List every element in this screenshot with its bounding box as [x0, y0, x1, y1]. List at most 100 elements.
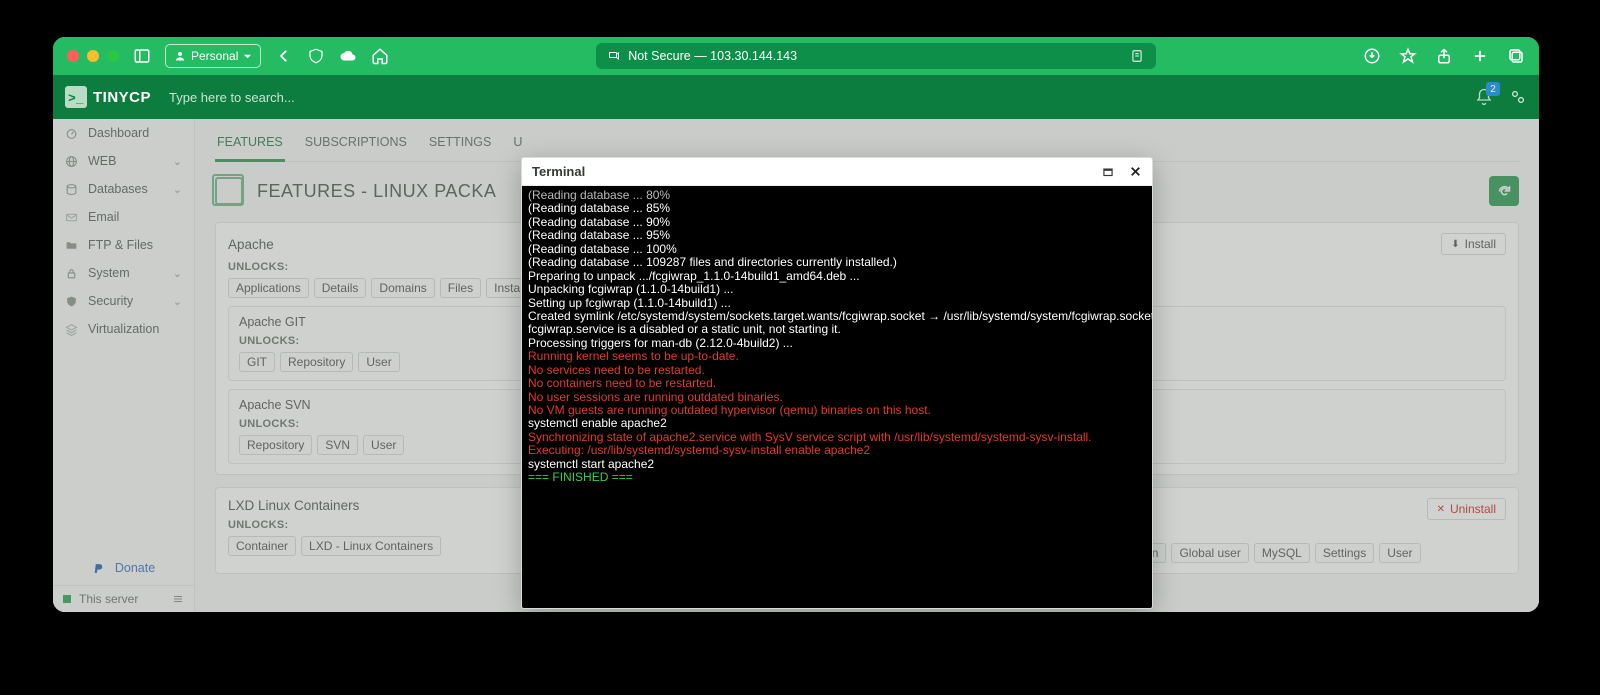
- terminal-line: Processing triggers for man-db (2.12.0-4…: [528, 337, 1146, 350]
- brand-icon: >_: [65, 86, 87, 108]
- brand-text: TINYCP: [93, 89, 151, 106]
- notifications-icon[interactable]: 2: [1475, 88, 1493, 106]
- unlock-chip[interactable]: Files: [440, 278, 481, 298]
- sidebar-item-system[interactable]: System⌄: [53, 259, 194, 287]
- shield-icon[interactable]: [307, 47, 325, 65]
- reader-icon[interactable]: [1130, 49, 1144, 63]
- terminal-line: Preparing to unpack .../fcgiwrap_1.1.0-1…: [528, 270, 1146, 283]
- terminal-line: (Reading database ... 100%: [528, 243, 1146, 256]
- not-secure-icon: [608, 50, 620, 62]
- new-tab-icon[interactable]: [1471, 47, 1489, 65]
- sidebar-toggle-icon[interactable]: [133, 47, 151, 65]
- refresh-button[interactable]: [1489, 176, 1519, 206]
- sidebar-footer[interactable]: This server: [53, 585, 194, 612]
- uninstall-button[interactable]: ✕Uninstall: [1427, 498, 1506, 520]
- terminal-scrollbar[interactable]: [1134, 312, 1144, 602]
- unlock-chip[interactable]: SVN: [317, 435, 358, 455]
- brand-logo[interactable]: >_ TINYCP: [65, 86, 151, 108]
- settings-icon[interactable]: [1509, 88, 1527, 106]
- sidebar-item-label: Security: [88, 294, 133, 308]
- unlock-chip[interactable]: Repository: [239, 435, 312, 455]
- cloud-icon[interactable]: [339, 47, 357, 65]
- folder-icon: [65, 239, 78, 252]
- unlock-chip[interactable]: GIT: [239, 352, 275, 372]
- donate-link[interactable]: Donate: [53, 549, 194, 585]
- sidebar-item-ftp-files[interactable]: FTP & Files: [53, 231, 194, 259]
- terminal-line: === FINISHED ===: [528, 471, 1146, 484]
- unlock-chip[interactable]: Repository: [280, 352, 353, 372]
- terminal-line: (Reading database ... 90%: [528, 216, 1146, 229]
- address-text: Not Secure — 103.30.144.143: [628, 49, 797, 63]
- bookmarks-icon[interactable]: [1399, 47, 1417, 65]
- sidebar-item-dashboard[interactable]: Dashboard: [53, 119, 194, 147]
- terminal-line: Created symlink /etc/systemd/system/sock…: [528, 310, 1146, 323]
- terminal-header[interactable]: Terminal: [522, 158, 1152, 186]
- unlock-chip[interactable]: Global user: [1171, 543, 1248, 563]
- unlock-chip[interactable]: Domains: [371, 278, 434, 298]
- chevron-down-icon: ⌄: [173, 183, 182, 196]
- mail-icon: [65, 211, 78, 224]
- tabs: FEATURESSUBSCRIPTIONSSETTINGSU: [215, 119, 1519, 162]
- donate-label: Donate: [115, 561, 155, 575]
- home-icon[interactable]: [371, 47, 389, 65]
- features-icon: [215, 177, 243, 205]
- chevron-down-icon: ⌄: [173, 267, 182, 280]
- share-icon[interactable]: [1435, 47, 1453, 65]
- tab-subscriptions[interactable]: SUBSCRIPTIONS: [303, 129, 409, 161]
- sidebar: DashboardWEB⌄Databases⌄EmailFTP & FilesS…: [53, 119, 195, 612]
- terminal-title: Terminal: [532, 164, 585, 179]
- back-button[interactable]: [275, 47, 293, 65]
- unlock-chip[interactable]: Details: [314, 278, 367, 298]
- terminal-output[interactable]: (Reading database ... 80%(Reading databa…: [522, 186, 1152, 608]
- unlock-chip[interactable]: Container: [228, 536, 296, 556]
- lock-icon: [65, 267, 78, 280]
- card-title: Apache: [228, 237, 274, 252]
- profile-name: Personal: [191, 49, 238, 63]
- sidebar-item-label: Dashboard: [88, 126, 149, 140]
- terminal-line: fcgiwrap.service is a disabled or a stat…: [528, 323, 1146, 336]
- sidebar-item-databases[interactable]: Databases⌄: [53, 175, 194, 203]
- unlock-chip[interactable]: User: [363, 435, 404, 455]
- close-icon[interactable]: [1129, 165, 1142, 179]
- terminal-line: Setting up fcgiwrap (1.1.0-14build1) ...: [528, 297, 1146, 310]
- terminal-line: Synchronizing state of apache2.service w…: [528, 431, 1146, 444]
- x-icon: ✕: [1437, 504, 1445, 515]
- terminal-line: systemctl enable apache2: [528, 417, 1146, 430]
- unlock-chip[interactable]: User: [1379, 543, 1420, 563]
- server-label: This server: [79, 592, 138, 606]
- sidebar-item-web[interactable]: WEB ⌄: [53, 147, 194, 175]
- unlock-chip[interactable]: MySQL: [1254, 543, 1310, 563]
- chevron-down-icon: ⌄: [173, 295, 182, 308]
- maximize-window-icon[interactable]: [107, 50, 119, 62]
- unlock-chip[interactable]: Settings: [1315, 543, 1374, 563]
- unlock-chip[interactable]: Applications: [228, 278, 309, 298]
- traffic-lights[interactable]: [67, 50, 119, 62]
- chevron-down-icon: ⌄: [173, 155, 182, 168]
- tabs-overview-icon[interactable]: [1507, 47, 1525, 65]
- close-window-icon[interactable]: [67, 50, 79, 62]
- scrollbar-thumb[interactable]: [1134, 552, 1144, 602]
- unlock-chip[interactable]: LXD - Linux Containers: [301, 536, 441, 556]
- tab-features[interactable]: FEATURES: [215, 129, 285, 162]
- terminal-line: (Reading database ... 95%: [528, 229, 1146, 242]
- address-bar[interactable]: Not Secure — 103.30.144.143: [596, 43, 1156, 69]
- browser-window: Personal Not Secure — 103.30.144.143: [53, 37, 1539, 612]
- sidebar-item-email[interactable]: Email: [53, 203, 194, 231]
- page-title: FEATURES - LINUX PACKA: [257, 181, 496, 202]
- sidebar-item-virtualization[interactable]: Virtualization: [53, 315, 194, 343]
- tab-settings[interactable]: SETTINGS: [427, 129, 494, 161]
- terminal-line: Unpacking fcgiwrap (1.1.0-14build1) ...: [528, 283, 1146, 296]
- sidebar-item-label: Virtualization: [88, 322, 159, 336]
- paypal-icon: [92, 562, 105, 575]
- unlock-chip[interactable]: User: [358, 352, 399, 372]
- profile-chip[interactable]: Personal: [165, 44, 261, 68]
- sidebar-item-security[interactable]: Security ⌄: [53, 287, 194, 315]
- sidebar-item-label: WEB: [88, 154, 116, 168]
- maximize-icon[interactable]: [1101, 165, 1115, 179]
- terminal-line: No VM guests are running outdated hyperv…: [528, 404, 1146, 417]
- downloads-icon[interactable]: [1363, 47, 1381, 65]
- minimize-window-icon[interactable]: [87, 50, 99, 62]
- search-input[interactable]: Type here to search...: [169, 90, 499, 105]
- install-button[interactable]: ⬇Install: [1441, 233, 1506, 255]
- database-icon: [65, 183, 78, 196]
